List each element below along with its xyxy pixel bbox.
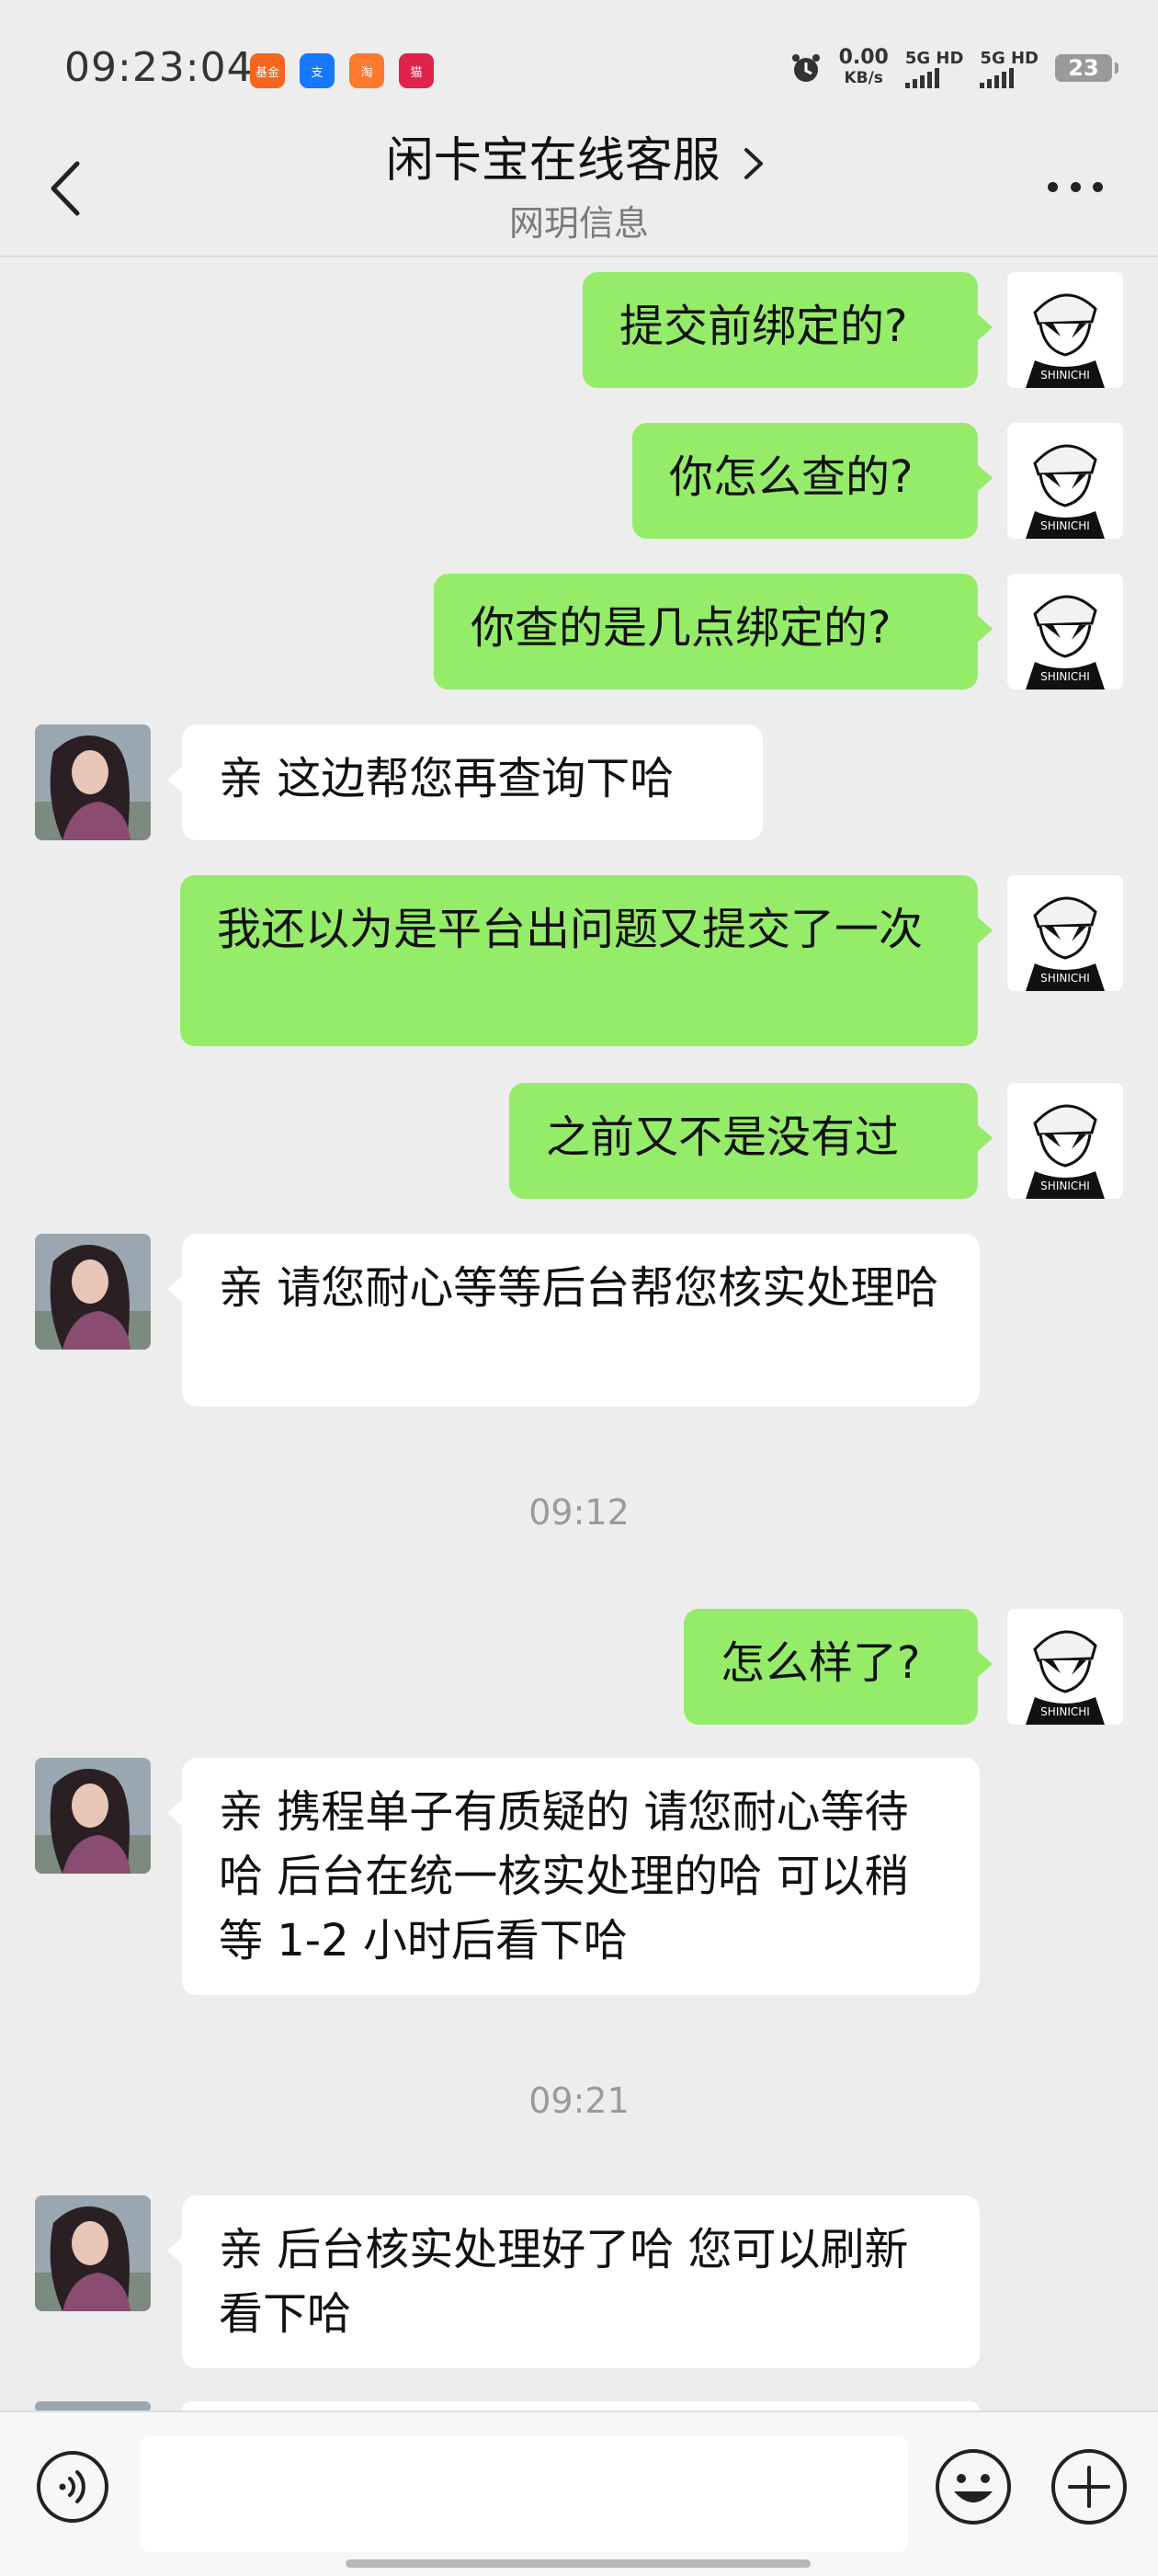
chat-title-text: 闲卡宝在线客服 [385,133,721,188]
agent-avatar[interactable] [35,724,151,840]
self-avatar[interactable]: SHINICHI [1007,875,1123,991]
agent-avatar[interactable] [35,2195,151,2311]
add-more-icon[interactable] [1050,2447,1129,2526]
time-divider: 09:21 [528,2080,630,2121]
chevron-right-icon [744,148,764,179]
chat-header: 闲卡宝在线客服 网玥信息 [0,110,1158,257]
voice-input-icon[interactable] [35,2449,110,2525]
message-bubble-partial [182,2401,980,2411]
svg-text:SHINICHI: SHINICHI [1040,972,1090,985]
message-bubble-self[interactable]: 你怎么查的? [632,423,993,539]
agent-avatar[interactable] [35,1234,151,1350]
message-bubble-agent[interactable]: 亲 请您耐心等等后台帮您核实处理哈 [167,1234,980,1407]
message-bubble-self[interactable]: 之前又不是没有过 [509,1083,993,1199]
signal-bars-icon [980,67,1015,88]
fund-app-icon: 基金 [250,53,285,88]
svg-text:SHINICHI: SHINICHI [1040,1705,1090,1718]
svg-text:SHINICHI: SHINICHI [1040,519,1090,532]
svg-text:SHINICHI: SHINICHI [1040,670,1090,683]
message-input[interactable] [140,2436,908,2552]
self-avatar[interactable]: SHINICHI [1007,1609,1123,1725]
message-bubble-agent[interactable]: 亲 这边帮您再查询下哈 [167,724,763,840]
signal-bars-icon [904,67,939,88]
self-avatar[interactable]: SHINICHI [1007,423,1123,539]
battery-indicator: 23 [1055,54,1118,82]
alipay-app-icon: 支 [300,53,335,88]
taobao-app-icon: 淘 [349,53,384,88]
svg-text:SHINICHI: SHINICHI [1040,369,1090,382]
alarm-icon [791,54,820,82]
sim1-signal: 5G HD [904,49,963,88]
message-bubble-self[interactable]: 提交前绑定的? [583,272,993,388]
message-bubble-self[interactable]: 你查的是几点绑定的? [434,574,993,690]
home-indicator[interactable] [346,2559,811,2568]
input-bar [0,2411,1158,2576]
agent-avatar[interactable] [35,1758,151,1874]
self-avatar[interactable]: SHINICHI [1007,272,1123,388]
time-divider: 09:12 [528,1492,630,1533]
self-avatar[interactable]: SHINICHI [1007,1083,1123,1199]
message-bubble-self[interactable]: 怎么样了? [684,1609,993,1725]
chat-title[interactable]: 闲卡宝在线客服 [0,121,1158,190]
notification-icons: 基金 支 淘 猫 [250,53,434,88]
self-avatar[interactable]: SHINICHI [1007,574,1123,690]
chat-subtitle: 网玥信息 [508,203,649,244]
message-bubble-agent[interactable]: 亲 后台核实处理好了哈 您可以刷新看下哈 [167,2195,980,2368]
more-options-icon[interactable] [1048,182,1103,195]
tmall-app-icon: 猫 [399,53,434,88]
net-speed: 0.00 KB/s [838,46,889,88]
status-time: 09:23:04 [64,44,254,91]
message-bubble-agent[interactable]: 亲 携程单子有质疑的 请您耐心等待哈 后台在统一核实处理的哈 可以稍等 1-2 … [167,1758,980,1995]
sim2-signal: 5G HD [980,49,1039,88]
message-bubble-self[interactable]: 我还以为是平台出问题又提交了一次 [180,875,993,1046]
svg-text:SHINICHI: SHINICHI [1040,1180,1090,1192]
emoji-icon[interactable] [934,2447,1013,2526]
